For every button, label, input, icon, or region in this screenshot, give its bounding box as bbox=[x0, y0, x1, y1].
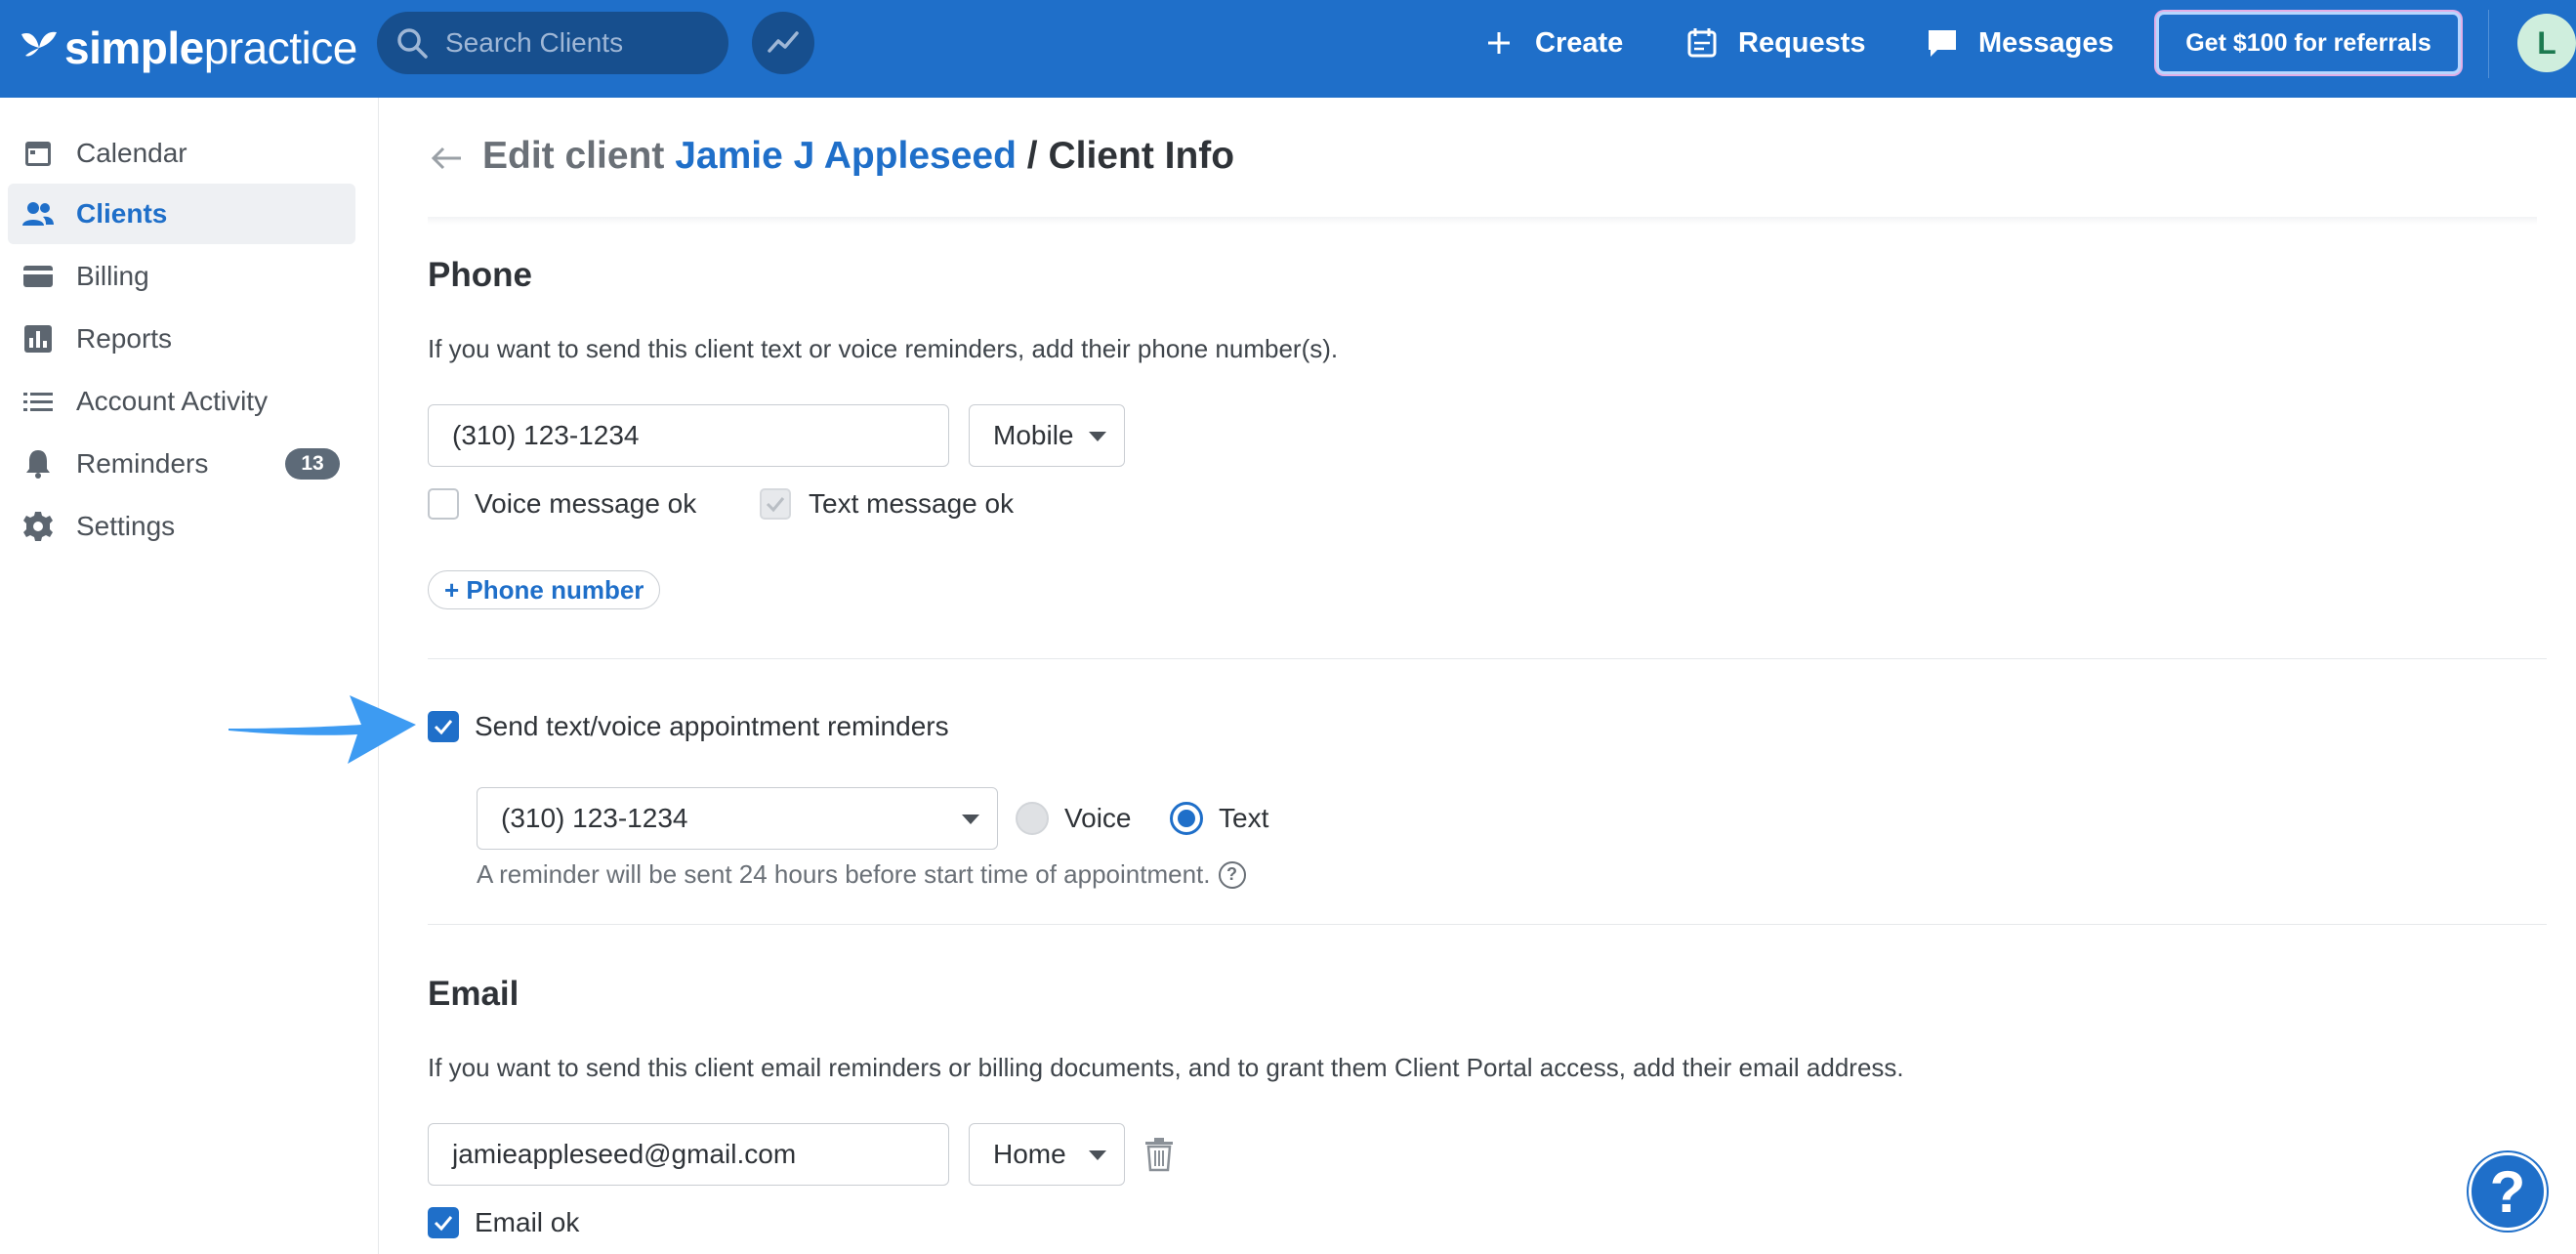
sidebar-item-label: Calendar bbox=[76, 138, 187, 168]
create-button[interactable]: Create bbox=[1482, 20, 1623, 66]
help-button[interactable]: ? bbox=[2469, 1152, 2547, 1231]
email-section-title: Email bbox=[428, 975, 519, 1013]
voice-message-ok-checkbox[interactable] bbox=[428, 488, 459, 520]
messages-label: Messages bbox=[1978, 26, 2114, 59]
create-label: Create bbox=[1535, 26, 1624, 59]
billing-icon bbox=[23, 266, 53, 287]
top-navigation-bar: simplepractice Create Requests bbox=[0, 0, 2576, 98]
section-divider bbox=[428, 924, 2547, 925]
send-reminders-checkbox[interactable] bbox=[428, 711, 459, 742]
text-message-ok-checkbox[interactable] bbox=[760, 488, 791, 520]
phone-type-select[interactable]: Mobile bbox=[969, 404, 1125, 467]
calendar-icon bbox=[25, 142, 51, 166]
header-divider bbox=[428, 217, 2537, 225]
insights-button[interactable] bbox=[752, 12, 814, 74]
calendar-request-icon bbox=[1687, 28, 1717, 58]
sidebar-item-settings[interactable]: Settings bbox=[8, 496, 355, 557]
sidebar-item-reminders[interactable]: Reminders 13 bbox=[8, 434, 355, 494]
reminders-count-badge: 13 bbox=[285, 448, 340, 480]
checkmark-icon bbox=[434, 720, 453, 735]
sidebar-item-billing[interactable]: Billing bbox=[8, 246, 355, 307]
text-radio[interactable] bbox=[1170, 802, 1203, 835]
phone-type-value: Mobile bbox=[993, 420, 1074, 450]
sidebar-item-label: Reminders bbox=[76, 448, 209, 479]
email-ok-checkbox[interactable] bbox=[428, 1207, 459, 1238]
chevron-down-icon bbox=[1089, 1150, 1106, 1160]
bell-icon bbox=[26, 450, 50, 479]
voice-message-ok-label: Voice message ok bbox=[475, 488, 697, 519]
email-type-select[interactable]: Home bbox=[969, 1123, 1125, 1186]
chevron-down-icon bbox=[962, 815, 979, 824]
sidebar-item-label: Account Activity bbox=[76, 386, 269, 416]
phone-section-description: If you want to send this client text or … bbox=[428, 334, 1339, 363]
sidebar-item-calendar[interactable]: Calendar bbox=[8, 123, 355, 184]
logo-text-practice: practice bbox=[203, 22, 358, 73]
checkmark-icon bbox=[434, 1216, 453, 1232]
sidebar: Calendar Clients Billing Reports Account… bbox=[0, 98, 379, 1254]
back-arrow-icon[interactable] bbox=[430, 141, 465, 176]
sidebar-item-label: Clients bbox=[76, 198, 168, 229]
page-title-prefix: Edit client bbox=[482, 135, 665, 177]
trend-line-icon bbox=[768, 31, 799, 53]
reminder-phone-value: (310) 123-1234 bbox=[501, 803, 688, 833]
sidebar-item-label: Settings bbox=[76, 511, 176, 541]
chevron-down-icon bbox=[1089, 432, 1106, 441]
list-icon bbox=[23, 393, 53, 411]
requests-label: Requests bbox=[1738, 26, 1866, 59]
requests-button[interactable]: Requests bbox=[1685, 20, 1866, 66]
page-title-section: Client Info bbox=[1048, 135, 1235, 177]
send-reminders-label: Send text/voice appointment reminders bbox=[475, 711, 949, 741]
reminder-hint-text: A reminder will be sent 24 hours before … bbox=[477, 859, 1211, 889]
plus-icon bbox=[1488, 32, 1510, 54]
section-divider bbox=[428, 658, 2547, 659]
reports-icon bbox=[24, 325, 52, 353]
voice-radio[interactable] bbox=[1016, 802, 1049, 835]
trash-icon[interactable] bbox=[1143, 1137, 1176, 1172]
annotation-arrow-icon bbox=[229, 695, 416, 764]
text-message-ok-label: Text message ok bbox=[809, 488, 1015, 519]
add-phone-number-button[interactable]: + Phone number bbox=[428, 570, 661, 609]
checkmark-icon bbox=[766, 497, 785, 513]
reminder-phone-select[interactable]: (310) 123-1234 bbox=[477, 787, 998, 850]
messages-button[interactable]: Messages bbox=[1926, 20, 2114, 66]
message-bubble-icon bbox=[1929, 30, 1956, 57]
voice-radio-label: Voice bbox=[1064, 803, 1132, 833]
phone-section-title: Phone bbox=[428, 256, 532, 294]
butterfly-logo-icon bbox=[21, 31, 57, 57]
client-name-link[interactable]: Jamie J Appleseed bbox=[675, 135, 1017, 177]
phone-number-input[interactable]: (310) 123-1234 bbox=[428, 404, 949, 467]
page-title: Edit client Jamie J Appleseed / Client I… bbox=[482, 135, 1234, 178]
sidebar-item-label: Billing bbox=[76, 261, 149, 291]
sidebar-item-account-activity[interactable]: Account Activity bbox=[8, 371, 355, 432]
breadcrumb-separator: / bbox=[1026, 135, 1038, 177]
topbar-divider bbox=[2488, 10, 2489, 78]
help-question-icon[interactable]: ? bbox=[1218, 860, 1246, 889]
email-address-input[interactable]: jamieappleseed@gmail.com bbox=[428, 1123, 949, 1186]
search-input[interactable] bbox=[445, 27, 719, 59]
reminder-hint: A reminder will be sent 24 hours before … bbox=[477, 859, 1246, 890]
gear-icon bbox=[23, 512, 53, 541]
sidebar-item-label: Reports bbox=[76, 323, 173, 354]
simplepractice-logo[interactable]: simple practice bbox=[18, 14, 357, 82]
email-section-description: If you want to send this client email re… bbox=[428, 1053, 1904, 1082]
logo-text-simple: simple bbox=[64, 22, 204, 73]
sidebar-item-reports[interactable]: Reports bbox=[8, 309, 355, 369]
search-icon bbox=[397, 28, 428, 59]
sidebar-item-clients[interactable]: Clients bbox=[8, 184, 355, 244]
email-type-value: Home bbox=[993, 1139, 1066, 1169]
text-radio-label: Text bbox=[1219, 803, 1269, 833]
search-clients-box[interactable] bbox=[377, 12, 728, 74]
email-ok-label: Email ok bbox=[475, 1207, 580, 1237]
user-avatar[interactable]: L bbox=[2517, 14, 2576, 72]
clients-icon bbox=[22, 202, 54, 226]
referral-button[interactable]: Get $100 for referrals bbox=[2156, 12, 2461, 74]
